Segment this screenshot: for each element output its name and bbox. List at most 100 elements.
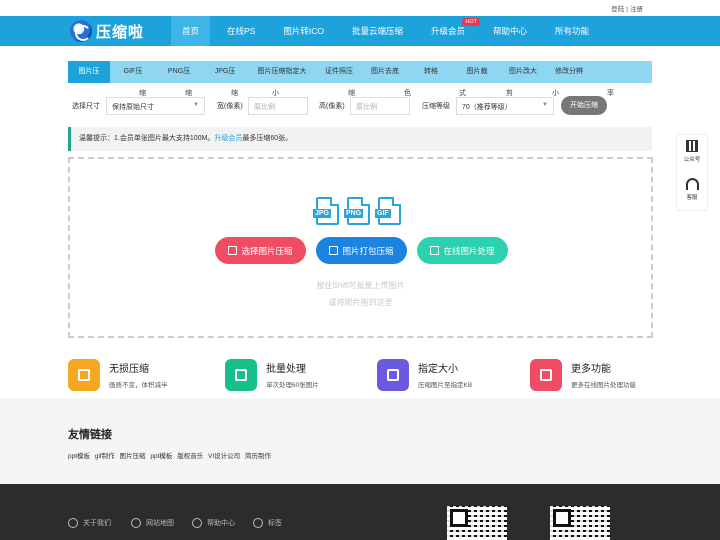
tip-text-suffix: 最多压缩60张。 bbox=[242, 135, 293, 142]
footer-tags-label: 标签 bbox=[268, 520, 282, 527]
auth-separator: | bbox=[626, 6, 628, 13]
nav-item-upgrade-label: 升级会员 bbox=[431, 26, 466, 36]
features-row: 无损压缩 画质不变，体积减半 批量处理 单次处理60张图片 指定大小 压缩图片至… bbox=[68, 359, 668, 391]
size-label: 选择尺寸 bbox=[72, 103, 100, 110]
friend-link[interactable]: ppt模板 bbox=[68, 453, 90, 460]
format-icons: JPG PNG GIF bbox=[313, 197, 401, 225]
auth-links: 登陆 | 注册 bbox=[610, 3, 644, 13]
upload-dropzone[interactable]: JPG PNG GIF 选择图片压缩 图片打包压缩 在线图片处理 按住Shift… bbox=[68, 157, 653, 338]
feature-desc: 单次处理60张图片 bbox=[266, 382, 319, 389]
nav-item-upgrade[interactable]: 升级会员 HOT bbox=[420, 16, 481, 46]
register-link[interactable]: 注册 bbox=[630, 6, 643, 13]
feature-desc: 更多在线图片处理功能 bbox=[571, 382, 636, 389]
friend-link[interactable]: ppt模板 bbox=[150, 453, 172, 460]
upgrade-link[interactable]: 升级会员 bbox=[214, 135, 242, 142]
select-image-button[interactable]: 选择图片压缩 bbox=[215, 237, 306, 264]
png-file-icon: PNG bbox=[344, 197, 370, 225]
tab-compress-to-size[interactable]: 图片压缩指定大 bbox=[248, 61, 316, 83]
gif-label: GIF bbox=[375, 209, 391, 218]
feature-title: 批量处理 bbox=[266, 364, 306, 375]
friend-link[interactable]: 图片压缩 bbox=[120, 453, 146, 460]
online-process-label: 在线图片处理 bbox=[443, 245, 495, 256]
tab-id-photo[interactable]: 证件照压 bbox=[316, 61, 362, 83]
compress-options: 选择尺寸 保持原始尺寸 ▼ 宽(像素) 原比例 高(像素) 原比例 压缩等级 70… bbox=[72, 96, 672, 115]
main-nav: 压缩啦 首页 在线PS 图片转ICO 批量云端压缩 升级会员 HOT 帮助中心 所… bbox=[0, 16, 720, 46]
tip-text: 温馨提示：1.会员单张图片最大支持100M。 bbox=[79, 135, 215, 142]
jpg-label: JPG bbox=[313, 209, 332, 218]
folder-icon bbox=[329, 246, 339, 255]
footer-help[interactable]: 帮助中心 bbox=[192, 518, 235, 528]
compress-icon bbox=[68, 359, 100, 391]
layers-icon bbox=[192, 518, 202, 528]
wechat-label: 公众号 bbox=[683, 157, 701, 163]
upload-buttons: 选择图片压缩 图片打包压缩 在线图片处理 bbox=[215, 237, 508, 264]
map-icon bbox=[131, 518, 141, 528]
logo-text: 压缩啦 bbox=[96, 23, 145, 41]
footer-sitemap[interactable]: 网站地图 bbox=[131, 518, 174, 528]
tab-image-compress[interactable]: 图片压 bbox=[68, 61, 110, 83]
tab-convert-format[interactable]: 转格 bbox=[408, 61, 454, 83]
level-select-value: 70（推荐等级） bbox=[462, 104, 512, 111]
headset-icon bbox=[685, 178, 699, 190]
level-select[interactable]: 70（推荐等级） ▼ bbox=[456, 97, 554, 115]
tab-png-compress[interactable]: PNG压 bbox=[156, 61, 202, 83]
edit-image-icon bbox=[430, 246, 440, 255]
level-label: 压缩等级 bbox=[422, 103, 450, 110]
service-label: 客服 bbox=[686, 195, 698, 201]
tab-gif-compress[interactable]: GIF压 bbox=[110, 61, 156, 83]
tab-resolution[interactable]: 修改分辨 bbox=[546, 61, 592, 83]
feature-title: 指定大小 bbox=[418, 364, 458, 375]
image-icon bbox=[228, 246, 238, 255]
friend-link[interactable]: 简历制作 bbox=[245, 453, 271, 460]
footer-about[interactable]: 关于我们 bbox=[68, 518, 111, 528]
gif-file-icon: GIF bbox=[375, 197, 401, 225]
drag-hint: 或将照片拖到这里 bbox=[328, 298, 393, 307]
hot-badge: HOT bbox=[462, 18, 481, 26]
friends-links: ppt模板 gif制作 图片压缩 ppt模板 版权音乐 VI设计公司 简历制作 bbox=[68, 450, 274, 460]
select-image-label: 选择图片压缩 bbox=[241, 245, 293, 256]
feature-title: 无损压缩 bbox=[109, 364, 149, 375]
friends-title: 友情链接 bbox=[68, 429, 112, 441]
start-compress-button[interactable]: 开始压缩 bbox=[561, 96, 607, 115]
tab-resize[interactable]: 图片改大 bbox=[500, 61, 546, 83]
footer-tags[interactable]: 标签 bbox=[253, 518, 282, 528]
nav-items: 首页 在线PS 图片转ICO 批量云端压缩 升级会员 HOT 帮助中心 所有功能 bbox=[171, 16, 606, 46]
nav-item-batch-cloud[interactable]: 批量云端压缩 bbox=[341, 16, 414, 46]
nav-item-home[interactable]: 首页 bbox=[171, 16, 211, 46]
qr-code-app bbox=[550, 506, 610, 540]
login-link[interactable]: 登陆 bbox=[611, 6, 624, 13]
png-label: PNG bbox=[344, 209, 364, 218]
height-input[interactable]: 原比例 bbox=[350, 97, 410, 115]
width-input[interactable]: 原比例 bbox=[248, 97, 308, 115]
nav-item-all-features[interactable]: 所有功能 bbox=[544, 16, 600, 46]
service-item[interactable]: 客服 bbox=[677, 173, 707, 211]
grid-icon bbox=[530, 359, 562, 391]
chevron-down-icon: ▼ bbox=[542, 102, 548, 108]
logo[interactable]: 压缩啦 bbox=[70, 20, 144, 42]
nav-item-to-ico[interactable]: 图片转ICO bbox=[272, 16, 335, 46]
size-select[interactable]: 保持原始尺寸 ▼ bbox=[106, 97, 205, 115]
qr-code-icon bbox=[686, 140, 698, 152]
friend-link[interactable]: 版权音乐 bbox=[177, 453, 203, 460]
zip-compress-button[interactable]: 图片打包压缩 bbox=[316, 237, 407, 264]
footer-sitemap-label: 网站地图 bbox=[146, 520, 174, 527]
tool-tabs: 图片压 GIF压 PNG压 JPG压 图片压缩指定大 证件照压 图片去底 转格 … bbox=[68, 61, 652, 83]
tag-icon bbox=[253, 518, 263, 528]
nav-item-online-ps[interactable]: 在线PS bbox=[216, 16, 266, 46]
tab-crop[interactable]: 图片裁 bbox=[454, 61, 500, 83]
friend-link[interactable]: VI设计公司 bbox=[208, 453, 240, 460]
logo-mark-icon bbox=[70, 20, 92, 42]
online-process-button[interactable]: 在线图片处理 bbox=[417, 237, 508, 264]
qr-code-wechat bbox=[447, 506, 507, 540]
jpg-file-icon: JPG bbox=[313, 197, 339, 225]
nav-item-help[interactable]: 帮助中心 bbox=[482, 16, 538, 46]
batch-icon bbox=[225, 359, 257, 391]
top-strip: 登陆 | 注册 bbox=[0, 0, 720, 16]
user-icon bbox=[68, 518, 78, 528]
feature-desc: 压缩图片至指定KB bbox=[418, 382, 473, 389]
friend-link[interactable]: gif制作 bbox=[95, 453, 115, 460]
wechat-item[interactable]: 公众号 bbox=[677, 135, 707, 173]
size-select-value: 保持原始尺寸 bbox=[112, 104, 154, 111]
tab-jpg-compress[interactable]: JPG压 bbox=[202, 61, 248, 83]
tab-remove-bg[interactable]: 图片去底 bbox=[362, 61, 408, 83]
